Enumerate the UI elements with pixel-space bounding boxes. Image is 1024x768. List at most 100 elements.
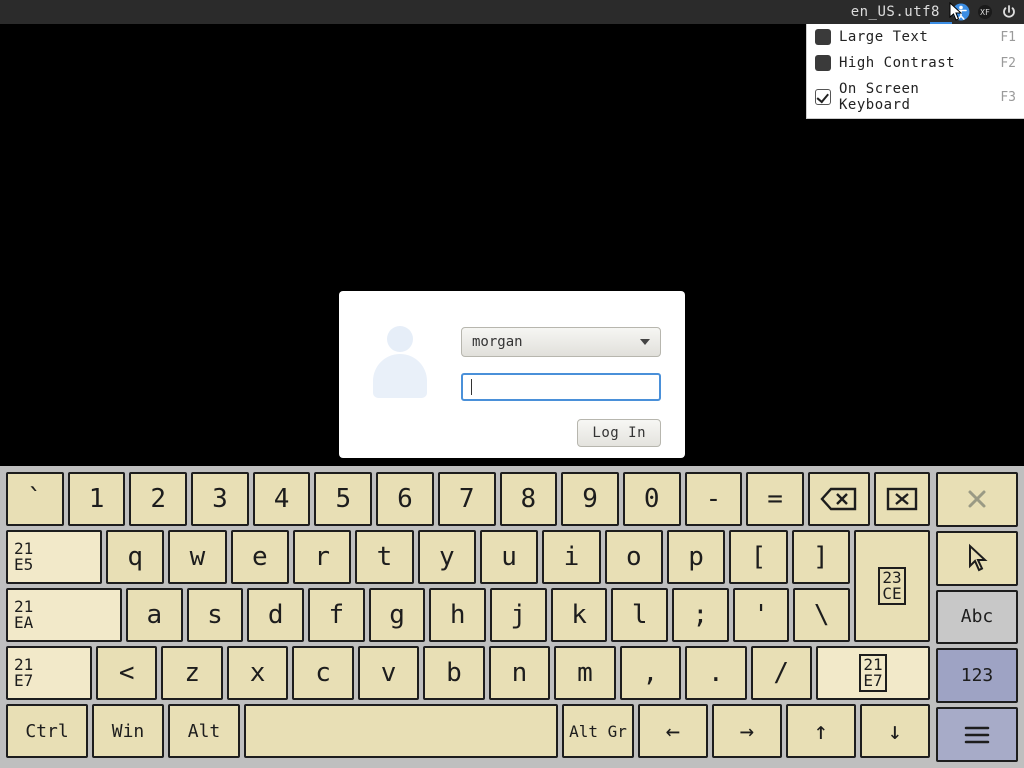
selected-user-label: morgan <box>472 334 523 350</box>
a11y-item-shortcut: F1 <box>1000 30 1016 45</box>
key-y[interactable]: y <box>418 530 476 584</box>
key-lbracket[interactable]: [ <box>729 530 787 584</box>
key-1[interactable]: 1 <box>68 472 126 526</box>
key-p[interactable]: p <box>667 530 725 584</box>
osk-numbers-button[interactable]: 123 <box>936 648 1018 703</box>
key-w[interactable]: w <box>168 530 226 584</box>
accessibility-icon[interactable] <box>952 3 970 21</box>
key-slash[interactable]: / <box>751 646 812 700</box>
key-2[interactable]: 2 <box>129 472 187 526</box>
key-semicolon[interactable]: ; <box>672 588 729 642</box>
key-shift-left[interactable]: 21 E7 <box>6 646 92 700</box>
unicode-label: 21 E7 <box>859 654 886 692</box>
password-input[interactable] <box>461 373 661 401</box>
key-3[interactable]: 3 <box>191 472 249 526</box>
key-v[interactable]: v <box>358 646 419 700</box>
key-minus[interactable]: - <box>685 472 743 526</box>
key-i[interactable]: i <box>542 530 600 584</box>
key-backtick[interactable]: ` <box>6 472 64 526</box>
key-shift-right[interactable]: 21 E7 <box>816 646 930 700</box>
key-rbracket[interactable]: ] <box>792 530 850 584</box>
osk-hide-button[interactable] <box>936 472 1018 527</box>
key-s[interactable]: s <box>187 588 244 642</box>
key-e[interactable]: e <box>231 530 289 584</box>
key-apostrophe[interactable]: ' <box>733 588 790 642</box>
key-k[interactable]: k <box>551 588 608 642</box>
key-backspace[interactable] <box>808 472 870 526</box>
locale-indicator[interactable]: en_US.utf8 <box>851 4 940 20</box>
hamburger-icon <box>964 725 990 745</box>
key-ctrl[interactable]: Ctrl <box>6 704 88 758</box>
key-arrow-left[interactable]: ← <box>638 704 708 758</box>
key-tab[interactable]: 21 E5 <box>6 530 102 584</box>
user-avatar-icon <box>369 326 429 386</box>
key-n[interactable]: n <box>489 646 550 700</box>
a11y-item-label: Large Text <box>839 29 992 45</box>
key-arrow-right[interactable]: → <box>712 704 782 758</box>
key-f[interactable]: f <box>308 588 365 642</box>
accessibility-menu: Large Text F1 High Contrast F2 On Screen… <box>806 24 1024 119</box>
key-4[interactable]: 4 <box>253 472 311 526</box>
user-select-dropdown[interactable]: morgan <box>461 327 661 357</box>
key-g[interactable]: g <box>369 588 426 642</box>
key-j[interactable]: j <box>490 588 547 642</box>
contrast-icon[interactable]: XF <box>976 3 994 21</box>
login-panel: morgan Log In <box>339 291 685 458</box>
key-u[interactable]: u <box>480 530 538 584</box>
delete-icon <box>885 486 919 512</box>
checkbox-icon <box>815 55 831 71</box>
key-win[interactable]: Win <box>92 704 164 758</box>
key-x[interactable]: x <box>227 646 288 700</box>
key-d[interactable]: d <box>247 588 304 642</box>
unicode-label: 21 EA <box>14 599 33 631</box>
key-h[interactable]: h <box>429 588 486 642</box>
key-comma[interactable]: , <box>620 646 681 700</box>
key-backslash[interactable]: \ <box>793 588 850 642</box>
key-b[interactable]: b <box>423 646 484 700</box>
osk-pointer-button[interactable] <box>936 531 1018 586</box>
key-lessthan[interactable]: < <box>96 646 157 700</box>
key-z[interactable]: z <box>161 646 222 700</box>
key-9[interactable]: 9 <box>561 472 619 526</box>
backspace-icon <box>819 485 859 513</box>
key-r[interactable]: r <box>293 530 351 584</box>
on-screen-keyboard: ` 1 2 3 4 5 6 7 8 9 0 - = 21 E5 <box>0 466 1024 768</box>
osk-menu-button[interactable] <box>936 707 1018 762</box>
key-c[interactable]: c <box>292 646 353 700</box>
login-button[interactable]: Log In <box>577 419 661 447</box>
key-7[interactable]: 7 <box>438 472 496 526</box>
close-icon <box>965 487 989 511</box>
key-m[interactable]: m <box>554 646 615 700</box>
a11y-item-high-contrast[interactable]: High Contrast F2 <box>807 50 1024 76</box>
key-enter[interactable]: 23 CE <box>854 530 930 642</box>
key-alt[interactable]: Alt <box>168 704 240 758</box>
key-q[interactable]: q <box>106 530 164 584</box>
a11y-item-large-text[interactable]: Large Text F1 <box>807 24 1024 50</box>
unicode-label: 21 E7 <box>14 657 33 689</box>
key-period[interactable]: . <box>685 646 746 700</box>
key-6[interactable]: 6 <box>376 472 434 526</box>
a11y-item-on-screen-keyboard[interactable]: On Screen Keyboard F3 <box>807 76 1024 118</box>
key-0[interactable]: 0 <box>623 472 681 526</box>
key-arrow-up[interactable]: ↑ <box>786 704 856 758</box>
checkbox-icon <box>815 29 831 45</box>
top-bar: en_US.utf8 XF <box>0 0 1024 24</box>
key-delete[interactable] <box>874 472 930 526</box>
a11y-item-shortcut: F3 <box>1000 90 1016 105</box>
key-altgr[interactable]: Alt Gr <box>562 704 634 758</box>
key-o[interactable]: o <box>605 530 663 584</box>
key-t[interactable]: t <box>355 530 413 584</box>
unicode-label: 21 E5 <box>14 541 33 573</box>
key-8[interactable]: 8 <box>500 472 558 526</box>
key-5[interactable]: 5 <box>314 472 372 526</box>
key-arrow-down[interactable]: ↓ <box>860 704 930 758</box>
key-equals[interactable]: = <box>746 472 804 526</box>
a11y-item-label: High Contrast <box>839 55 992 71</box>
a11y-item-shortcut: F2 <box>1000 56 1016 71</box>
key-capslock[interactable]: 21 EA <box>6 588 122 642</box>
key-space[interactable] <box>244 704 558 758</box>
power-icon[interactable] <box>1000 3 1018 21</box>
key-l[interactable]: l <box>611 588 668 642</box>
key-a[interactable]: a <box>126 588 183 642</box>
osk-letters-button[interactable]: Abc <box>936 590 1018 645</box>
